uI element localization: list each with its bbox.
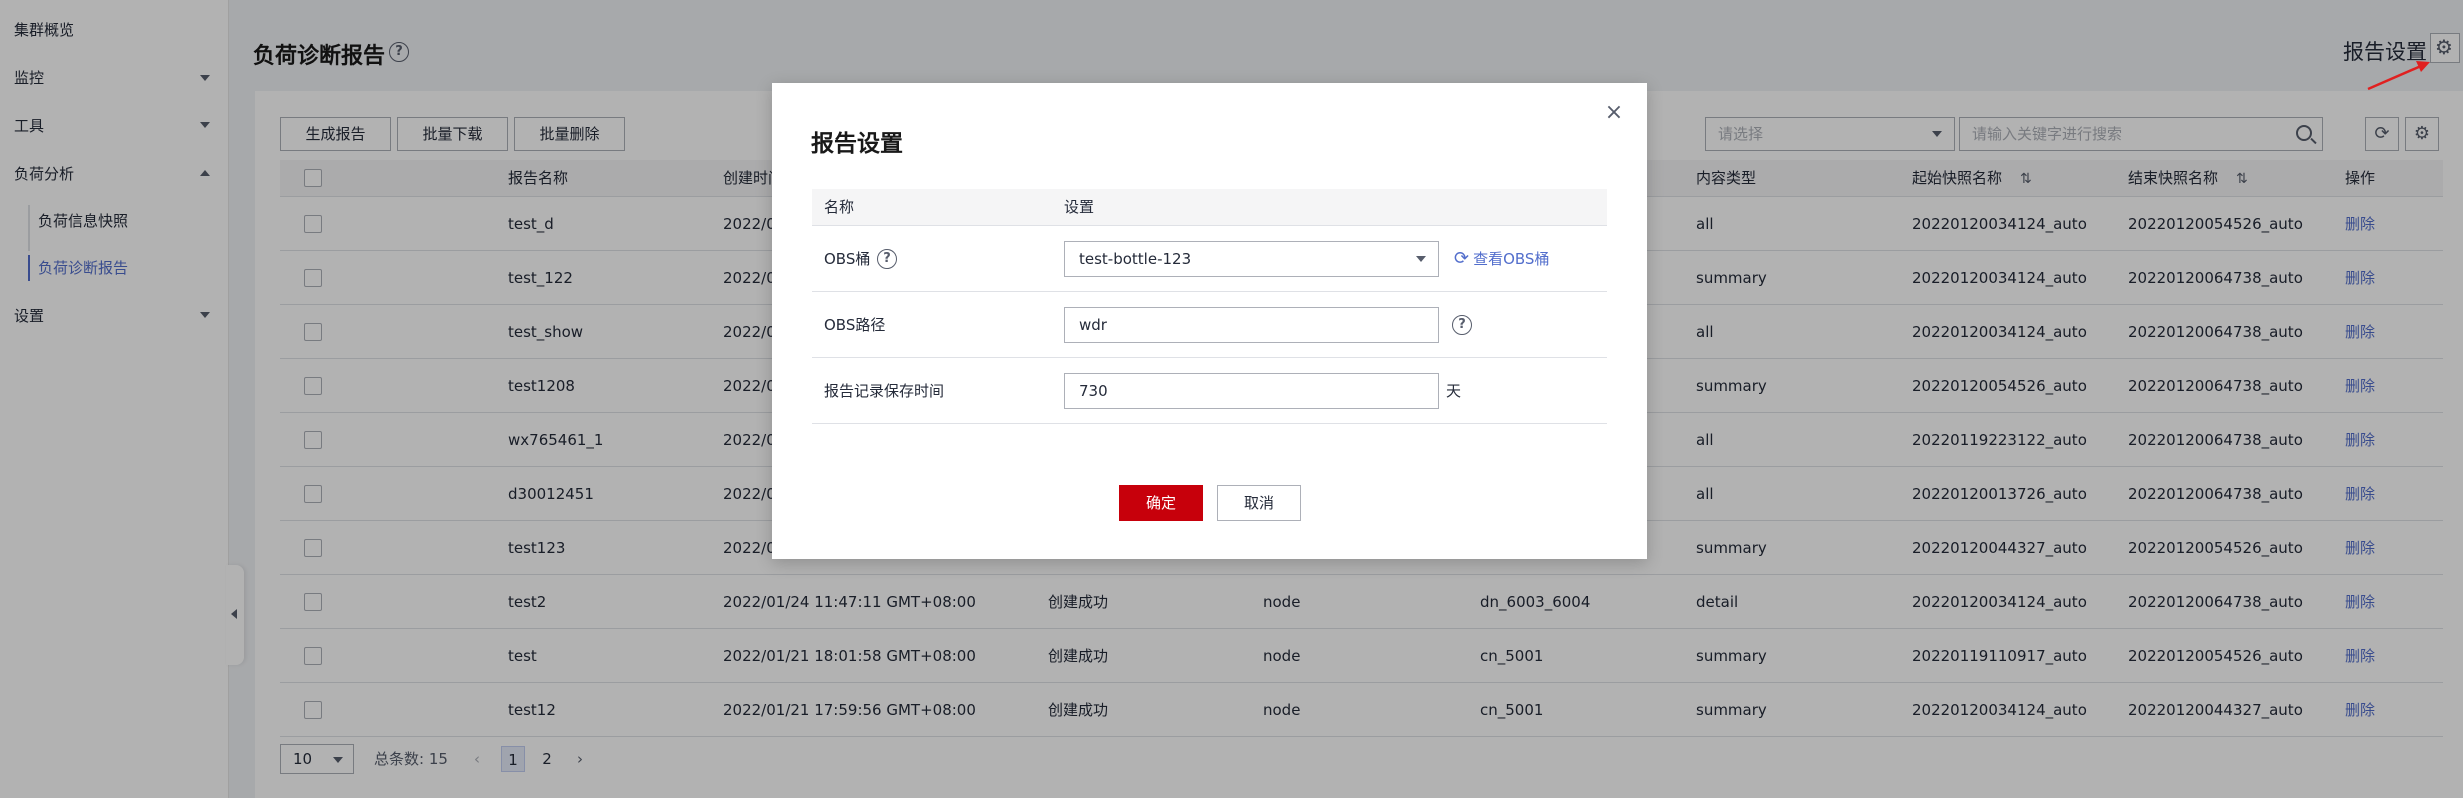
cancel-button[interactable]: 取消 <box>1217 485 1301 521</box>
confirm-button[interactable]: 确定 <box>1119 485 1203 521</box>
retention-row: 报告记录保存时间 730 天 <box>812 358 1607 424</box>
obs-path-label: OBS路径 <box>824 316 886 334</box>
view-obs-bucket-label: 查看OBS桶 <box>1473 250 1550 268</box>
dialog-table-header: 名称 设置 <box>812 189 1607 226</box>
refresh-icon: ⟳ <box>1454 248 1470 269</box>
annotation-arrow-line <box>2367 64 2422 91</box>
obs-bucket-label: OBS桶 <box>824 250 871 268</box>
annotation-arrow <box>2367 61 2430 91</box>
obs-path-row: OBS路径 wdr ? <box>812 292 1607 358</box>
obs-bucket-row: OBS桶 ? test-bottle-123 ⟳ 查看OBS桶 <box>812 226 1607 292</box>
view-obs-bucket-link[interactable]: ⟳ 查看OBS桶 <box>1454 226 1549 292</box>
obs-path-value: wdr <box>1079 316 1107 334</box>
dialog-column-name: 名称 <box>824 198 855 216</box>
obs-path-input[interactable]: wdr <box>1064 307 1439 343</box>
help-icon[interactable]: ? <box>877 249 897 269</box>
retention-label: 报告记录保存时间 <box>824 382 945 400</box>
dialog-column-setting: 设置 <box>1064 198 1095 216</box>
report-settings-dialog: 报告设置 × 名称 设置 OBS桶 ? test-bottle-123 ⟳ 查看O… <box>772 83 1647 559</box>
dialog-title: 报告设置 <box>811 131 903 157</box>
obs-bucket-select[interactable]: test-bottle-123 <box>1064 241 1439 277</box>
help-icon[interactable]: ? <box>1452 315 1472 335</box>
retention-value: 730 <box>1079 382 1108 400</box>
close-icon[interactable]: × <box>1604 102 1624 124</box>
chevron-down-icon <box>1416 256 1426 262</box>
retention-unit: 天 <box>1446 382 1462 400</box>
obs-bucket-value: test-bottle-123 <box>1079 250 1192 268</box>
retention-input[interactable]: 730 <box>1064 373 1439 409</box>
